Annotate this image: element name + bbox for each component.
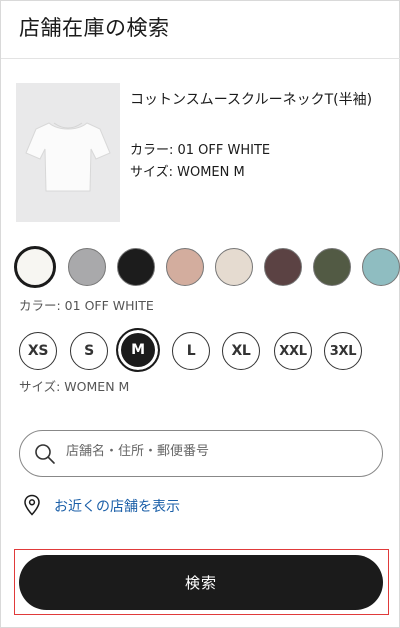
nearby-stores-label: お近くの店舗を表示 — [54, 499, 180, 515]
product-color: カラー: 01 OFF WHITE — [130, 143, 271, 158]
search-icon — [34, 443, 56, 469]
color-swatch[interactable] — [215, 248, 253, 286]
color-swatch[interactable] — [362, 248, 400, 286]
color-swatch[interactable] — [313, 248, 351, 286]
size-option[interactable]: XXL — [274, 332, 312, 370]
show-nearby-stores-link[interactable]: お近くの店舗を表示 — [23, 494, 180, 520]
color-swatch[interactable] — [264, 248, 302, 286]
app-frame: 店舗在庫の検索 コットンスムースクルーネックT(半袖) カラー: 01 OFF … — [0, 0, 400, 628]
header: 店舗在庫の検索 — [1, 1, 400, 59]
color-swatch[interactable] — [117, 248, 155, 286]
size-option[interactable]: XL — [222, 332, 260, 370]
location-pin-icon — [23, 494, 41, 520]
product-name: コットンスムースクルーネックT(半袖) — [130, 92, 373, 108]
product-image — [16, 83, 120, 222]
size-option[interactable]: XS — [19, 332, 57, 370]
page-title: 店舗在庫の検索 — [19, 16, 170, 40]
selected-size-label: サイズ: WOMEN M — [19, 379, 130, 394]
search-button[interactable]: 検索 — [19, 555, 383, 610]
size-option[interactable]: S — [70, 332, 108, 370]
color-swatch[interactable] — [166, 248, 204, 286]
color-swatch[interactable] — [68, 248, 106, 286]
store-search-box[interactable] — [19, 430, 383, 477]
selected-color-label: カラー: 01 OFF WHITE — [19, 298, 154, 313]
size-option[interactable]: M — [116, 328, 160, 372]
size-option[interactable]: L — [172, 332, 210, 370]
color-swatch[interactable] — [14, 246, 56, 288]
size-option[interactable]: 3XL — [324, 332, 362, 370]
product-size: サイズ: WOMEN M — [130, 165, 245, 180]
store-search-input[interactable] — [66, 444, 366, 459]
tshirt-image-icon — [25, 122, 111, 192]
